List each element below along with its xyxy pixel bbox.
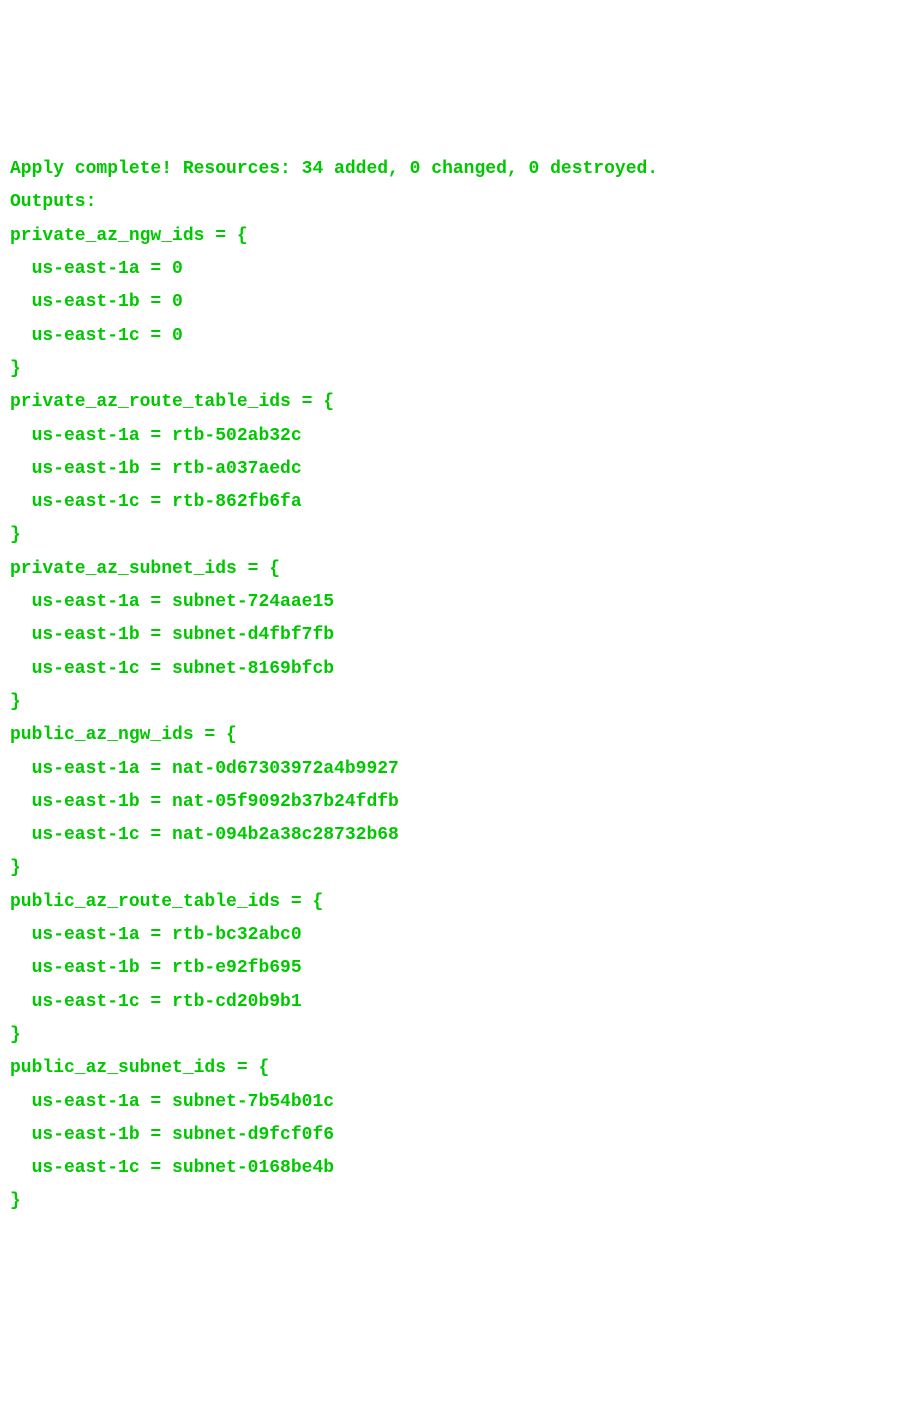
output-block-open: private_az_route_table_ids = { <box>10 386 904 419</box>
output-entry: us-east-1a = rtb-bc32abc0 <box>10 919 904 952</box>
output-entry: us-east-1a = subnet-7b54b01c <box>10 1086 904 1119</box>
output-block-close: } <box>10 686 904 719</box>
output-block-close: } <box>10 519 904 552</box>
output-entry: us-east-1b = 0 <box>10 286 904 319</box>
output-block-open: public_az_subnet_ids = { <box>10 1052 904 1085</box>
output-entry: us-east-1a = subnet-724aae15 <box>10 586 904 619</box>
apply-complete-line: Apply complete! Resources: 34 added, 0 c… <box>10 153 904 186</box>
output-entry: us-east-1b = nat-05f9092b37b24fdfb <box>10 786 904 819</box>
output-block-open: public_az_route_table_ids = { <box>10 886 904 919</box>
output-block-open: private_az_subnet_ids = { <box>10 553 904 586</box>
output-block-open: private_az_ngw_ids = { <box>10 220 904 253</box>
output-entry: us-east-1b = rtb-e92fb695 <box>10 952 904 985</box>
outputs-header: Outputs: <box>10 186 904 219</box>
output-entry: us-east-1b = rtb-a037aedc <box>10 453 904 486</box>
output-entry: us-east-1c = rtb-cd20b9b1 <box>10 986 904 1019</box>
output-entry: us-east-1c = subnet-8169bfcb <box>10 653 904 686</box>
output-block-open: public_az_ngw_ids = { <box>10 719 904 752</box>
output-entry: us-east-1c = rtb-862fb6fa <box>10 486 904 519</box>
output-block-close: } <box>10 852 904 885</box>
output-entry: us-east-1b = subnet-d4fbf7fb <box>10 619 904 652</box>
output-entry: us-east-1b = subnet-d9fcf0f6 <box>10 1119 904 1152</box>
terminal-output: Apply complete! Resources: 34 added, 0 c… <box>10 153 904 1219</box>
output-block-close: } <box>10 1185 904 1218</box>
output-entry: us-east-1a = nat-0d67303972a4b9927 <box>10 753 904 786</box>
output-entry: us-east-1a = rtb-502ab32c <box>10 420 904 453</box>
output-block-close: } <box>10 353 904 386</box>
output-entry: us-east-1c = 0 <box>10 320 904 353</box>
output-block-close: } <box>10 1019 904 1052</box>
output-entry: us-east-1c = nat-094b2a38c28732b68 <box>10 819 904 852</box>
output-entry: us-east-1c = subnet-0168be4b <box>10 1152 904 1185</box>
output-entry: us-east-1a = 0 <box>10 253 904 286</box>
